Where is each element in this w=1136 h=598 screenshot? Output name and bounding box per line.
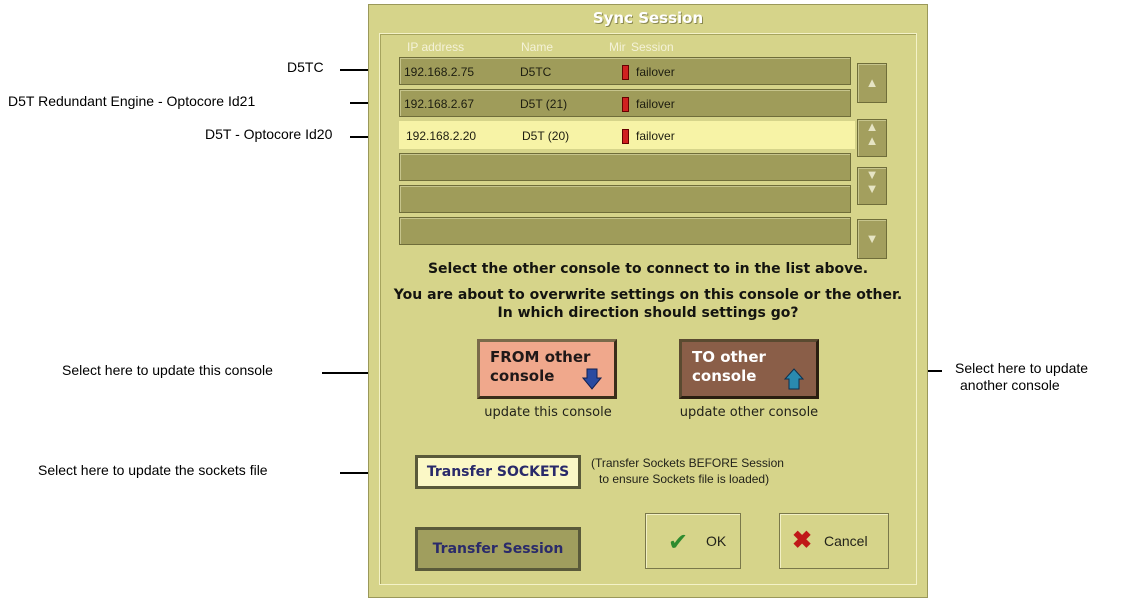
column-mir: Mir	[609, 40, 626, 54]
row-ip: 192.168.2.20	[406, 129, 477, 143]
column-name: Name	[521, 40, 554, 54]
row-session: failover	[636, 97, 675, 111]
instruction-text: Select the other console to connect to i…	[427, 261, 869, 277]
to-button-line1: TO other	[692, 348, 766, 366]
callout-d5tc: D5TC	[287, 59, 324, 75]
direction-question: In which direction should settings go?	[497, 305, 799, 321]
console-list: IP address Name Mir Session 192.168.2.75…	[399, 39, 887, 259]
ok-label: OK	[706, 533, 727, 549]
mir-indicator	[622, 129, 629, 144]
arrow-up-icon	[784, 368, 804, 390]
cancel-label: Cancel	[824, 533, 868, 549]
arrow-down-icon	[582, 368, 602, 390]
callout-update-this: Select here to update this console	[62, 362, 273, 378]
row-name: D5T (21)	[520, 97, 568, 111]
list-header: IP address Name Mir Session	[399, 39, 859, 55]
callout-update-sockets: Select here to update the sockets file	[38, 462, 268, 478]
dialog-title: Sync Session	[592, 9, 704, 27]
transfer-sockets-button[interactable]: Transfer SOCKETS	[415, 455, 581, 489]
to-other-console-button[interactable]: TO other console	[679, 339, 819, 399]
list-row-selected[interactable]: 192.168.2.20 D5T (20) failover	[399, 121, 855, 149]
list-row[interactable]	[399, 185, 851, 213]
from-other-console-button[interactable]: FROM other console	[477, 339, 617, 399]
callout-update-another-2: another console	[960, 377, 1060, 393]
list-row[interactable]: 192.168.2.67 D5T (21) failover	[399, 89, 851, 117]
row-session: failover	[636, 129, 675, 143]
callout-update-another-1: Select here to update	[955, 360, 1089, 376]
scroll-up-icon[interactable]: ▲	[857, 63, 887, 103]
sync-session-dialog: Sync Session IP address Name Mir Session…	[368, 4, 928, 598]
scroll-down-icon[interactable]: ▼	[857, 219, 887, 259]
sockets-note: (Transfer Sockets BEFORE Session to ensu…	[591, 455, 784, 487]
row-ip: 192.168.2.75	[404, 65, 475, 79]
list-row[interactable]	[399, 217, 851, 245]
cancel-button[interactable]: ✖ Cancel	[779, 513, 889, 569]
page-up-icon[interactable]: ▲ ▲	[857, 119, 887, 157]
row-name: D5TC	[520, 65, 552, 79]
mir-indicator	[622, 97, 629, 112]
sockets-note-line1: (Transfer Sockets BEFORE Session	[591, 456, 784, 470]
column-ip: IP address	[407, 40, 465, 54]
from-button-line1: FROM other	[490, 348, 591, 366]
callout-d5t: D5T - Optocore Id20	[205, 126, 333, 142]
callout-d5t-redundant: D5T Redundant Engine - Optocore Id21	[8, 93, 256, 109]
sockets-note-line2: to ensure Sockets file is loaded)	[599, 472, 770, 486]
warning-text: You are about to overwrite settings on t…	[393, 287, 903, 303]
column-session: Session	[631, 40, 674, 54]
row-name: D5T (20)	[522, 129, 570, 143]
row-ip: 192.168.2.67	[404, 97, 475, 111]
list-row[interactable]	[399, 153, 851, 181]
to-button-sublabel: update other console	[679, 405, 819, 420]
ok-button[interactable]: ✔ OK	[645, 513, 741, 569]
checkmark-icon: ✔	[668, 529, 689, 556]
from-button-sublabel: update this console	[484, 405, 612, 420]
close-icon: ✖	[792, 527, 813, 554]
list-row[interactable]: 192.168.2.75 D5TC failover	[399, 57, 851, 85]
row-session: failover	[636, 65, 675, 79]
mir-indicator	[622, 65, 629, 80]
page-down-icon[interactable]: ▼ ▼	[857, 167, 887, 205]
transfer-session-button[interactable]: Transfer Session	[415, 527, 581, 571]
